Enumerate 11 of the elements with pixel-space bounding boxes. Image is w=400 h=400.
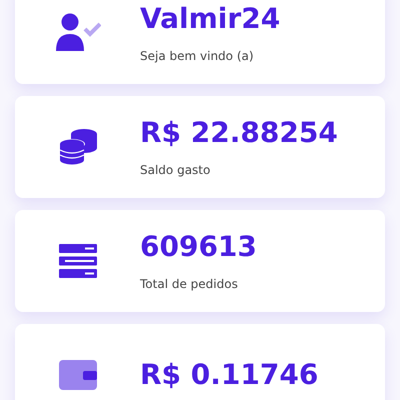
coins-icon xyxy=(58,128,98,166)
wallet-icon xyxy=(58,360,96,390)
stat-value: R$ 22.88254 xyxy=(140,116,338,150)
stat-value: Valmir24 xyxy=(140,2,280,36)
stat-value: 609613 xyxy=(140,230,257,264)
stat-label: Total de pedidos xyxy=(140,276,239,292)
stat-label: Saldo gasto xyxy=(140,162,212,178)
server-icon xyxy=(58,244,96,278)
user-check-icon xyxy=(54,13,100,53)
stat-value: R$ 0.11746 xyxy=(140,358,318,392)
stat-label: Seja bem vindo (a) xyxy=(140,48,255,64)
